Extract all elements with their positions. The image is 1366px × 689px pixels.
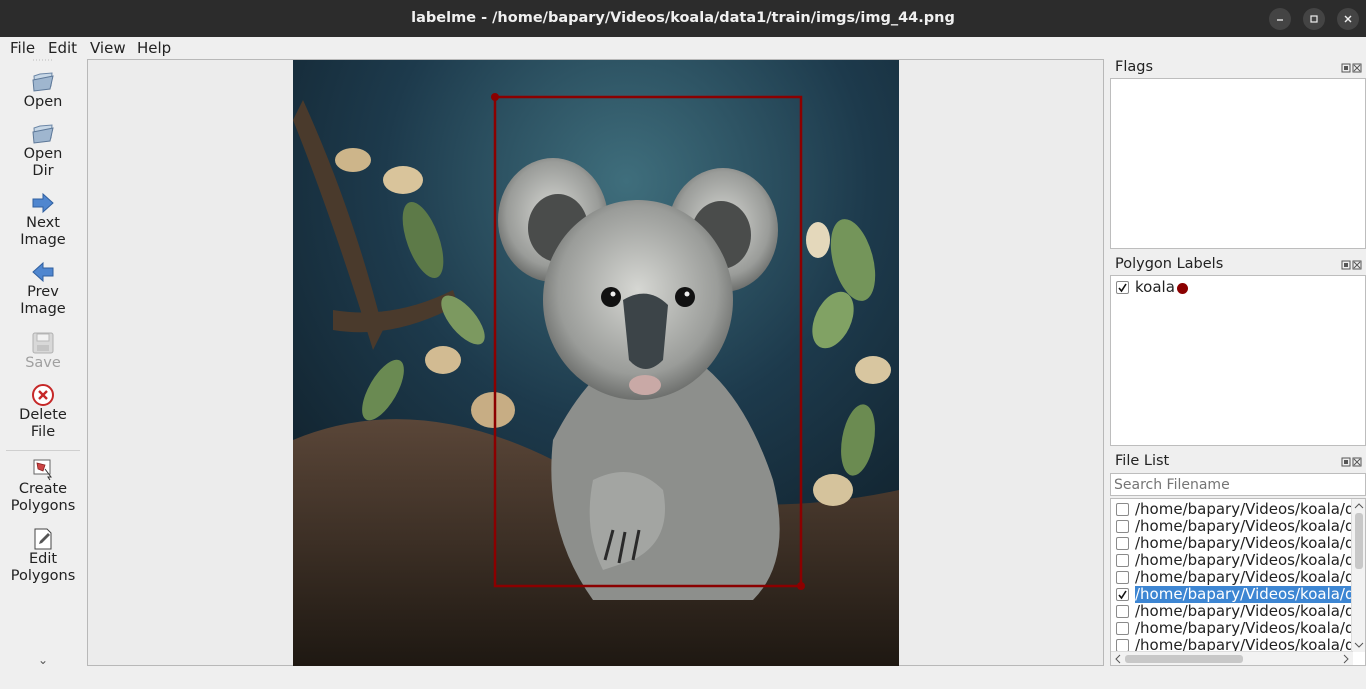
scroll-right-icon[interactable] — [1341, 652, 1351, 666]
scroll-down-icon[interactable] — [1352, 640, 1366, 650]
file-path: /home/bapary/Videos/koala/data1/train/im… — [1135, 535, 1351, 552]
save-button[interactable]: Save — [0, 331, 86, 372]
folder-open-icon — [32, 72, 54, 92]
save-label: Save — [25, 355, 61, 371]
window-title: labelme - /home/bapary/Videos/koala/data… — [411, 10, 955, 26]
status-bar — [0, 668, 1366, 689]
flags-dock: Flags — [1109, 59, 1366, 251]
polygon-labels-dock: Polygon Labels koala — [1109, 256, 1366, 448]
open-label: Open — [23, 94, 63, 110]
file-list[interactable]: /home/bapary/Videos/koala/data1/train/im… — [1110, 498, 1366, 666]
arrow-left-icon — [32, 261, 54, 283]
polygon-labels-list[interactable]: koala — [1110, 275, 1366, 446]
open-dir-label-1: Open — [23, 146, 63, 162]
dock-float-close-icon[interactable] — [1341, 457, 1363, 467]
delete-file-label-2: File — [30, 424, 56, 440]
box-corner-handle[interactable] — [797, 582, 805, 590]
file-path: /home/bapary/Videos/koala/data1/train/im… — [1135, 569, 1351, 586]
scrollbar-thumb[interactable] — [1355, 513, 1363, 569]
scroll-up-icon[interactable] — [1352, 501, 1366, 511]
horizontal-scrollbar[interactable] — [1111, 651, 1353, 665]
menu-edit[interactable]: Edit — [48, 39, 77, 57]
file-list-item[interactable]: /home/bapary/Videos/koala/data1/train/im… — [1111, 552, 1351, 569]
file-checkbox[interactable] — [1116, 588, 1129, 601]
label-color-dot — [1177, 283, 1188, 294]
file-list-item[interactable]: /home/bapary/Videos/koala/data1/train/im… — [1111, 620, 1351, 637]
file-checkbox[interactable] — [1116, 503, 1129, 516]
next-image-label-2: Image — [20, 232, 66, 248]
delete-circle-icon — [32, 384, 54, 406]
canvas[interactable] — [87, 59, 1104, 666]
edit-icon — [34, 528, 52, 550]
toolbar-more-icon[interactable]: ⌄ — [0, 652, 86, 669]
delete-file-label-1: Delete — [19, 407, 67, 423]
create-polygons-label-2: Polygons — [10, 498, 76, 514]
floppy-icon — [32, 332, 54, 354]
file-checkbox[interactable] — [1116, 537, 1129, 550]
folder-open-icon — [32, 124, 54, 144]
file-path: /home/bapary/Videos/koala/data1/train/im… — [1135, 620, 1351, 637]
file-path: /home/bapary/Videos/koala/data1/train/im… — [1135, 586, 1351, 603]
flags-list[interactable] — [1110, 78, 1366, 249]
prev-image-button[interactable]: Prev Image — [0, 260, 86, 318]
prev-image-label-2: Image — [20, 301, 66, 317]
file-list-item[interactable]: /home/bapary/Videos/koala/data1/train/im… — [1111, 535, 1351, 552]
file-list-item[interactable]: /home/bapary/Videos/koala/data1/train/im… — [1111, 501, 1351, 518]
file-list-item[interactable]: /home/bapary/Videos/koala/data1/train/im… — [1111, 518, 1351, 535]
next-image-label-1: Next — [26, 215, 60, 231]
dock-float-close-icon[interactable] — [1341, 260, 1363, 270]
delete-file-button[interactable]: Delete File — [0, 383, 86, 441]
file-path: /home/bapary/Videos/koala/data1/train/im… — [1135, 501, 1351, 518]
toolbar-grip-icon — [33, 59, 53, 61]
file-checkbox[interactable] — [1116, 554, 1129, 567]
file-checkbox[interactable] — [1116, 571, 1129, 584]
label-text: koala — [1135, 279, 1175, 296]
flags-title: Flags — [1115, 59, 1154, 75]
tool-bar: Open Open Dir Next Image Prev Image Save — [0, 58, 86, 668]
edit-polygons-label-1: Edit — [28, 551, 58, 567]
vertical-scrollbar[interactable] — [1351, 499, 1365, 652]
edit-polygons-button[interactable]: Edit Polygons — [0, 527, 86, 585]
polygon-icon — [33, 459, 52, 481]
menu-file[interactable]: File — [10, 39, 35, 57]
polygon-labels-title: Polygon Labels — [1115, 256, 1224, 272]
minimize-button[interactable] — [1269, 8, 1291, 30]
menu-help[interactable]: Help — [137, 39, 171, 57]
file-checkbox[interactable] — [1116, 520, 1129, 533]
next-image-button[interactable]: Next Image — [0, 191, 86, 249]
scrollbar-thumb[interactable] — [1125, 655, 1243, 663]
toolbar-separator — [6, 450, 80, 451]
maximize-button[interactable] — [1303, 8, 1325, 30]
edit-polygons-label-2: Polygons — [10, 568, 76, 584]
label-item[interactable]: koala — [1111, 279, 1351, 296]
file-list-dock: File List /home/bapary/Videos/koala/data… — [1109, 453, 1366, 668]
file-list-title: File List — [1115, 453, 1170, 469]
box-corner-handle[interactable] — [491, 93, 499, 101]
file-checkbox[interactable] — [1116, 605, 1129, 618]
file-path: /home/bapary/Videos/koala/data1/train/im… — [1135, 518, 1351, 535]
file-list-item-selected[interactable]: /home/bapary/Videos/koala/data1/train/im… — [1111, 586, 1351, 603]
open-dir-button[interactable]: Open Dir — [0, 122, 86, 180]
search-filename-input[interactable] — [1110, 473, 1366, 496]
file-path: /home/bapary/Videos/koala/data1/train/im… — [1135, 603, 1351, 620]
scroll-left-icon[interactable] — [1113, 652, 1123, 666]
dock-float-close-icon[interactable] — [1341, 63, 1363, 73]
label-checkbox[interactable] — [1116, 281, 1129, 294]
file-list-item[interactable]: /home/bapary/Videos/koala/data1/train/im… — [1111, 603, 1351, 620]
file-list-item[interactable]: /home/bapary/Videos/koala/data1/train/im… — [1111, 569, 1351, 586]
create-polygons-button[interactable]: Create Polygons — [0, 457, 86, 515]
close-button[interactable] — [1337, 8, 1359, 30]
create-polygons-label-1: Create — [18, 481, 68, 497]
file-checkbox[interactable] — [1116, 622, 1129, 635]
menu-view[interactable]: View — [90, 39, 126, 57]
koala-image — [293, 60, 899, 666]
open-dir-label-2: Dir — [32, 163, 54, 179]
file-path: /home/bapary/Videos/koala/data1/train/im… — [1135, 552, 1351, 569]
open-button[interactable]: Open — [0, 70, 86, 111]
menu-bar: File Edit View Help — [0, 37, 1366, 58]
arrow-right-icon — [32, 192, 54, 214]
title-bar: labelme - /home/bapary/Videos/koala/data… — [0, 0, 1366, 37]
prev-image-label-1: Prev — [27, 284, 59, 300]
